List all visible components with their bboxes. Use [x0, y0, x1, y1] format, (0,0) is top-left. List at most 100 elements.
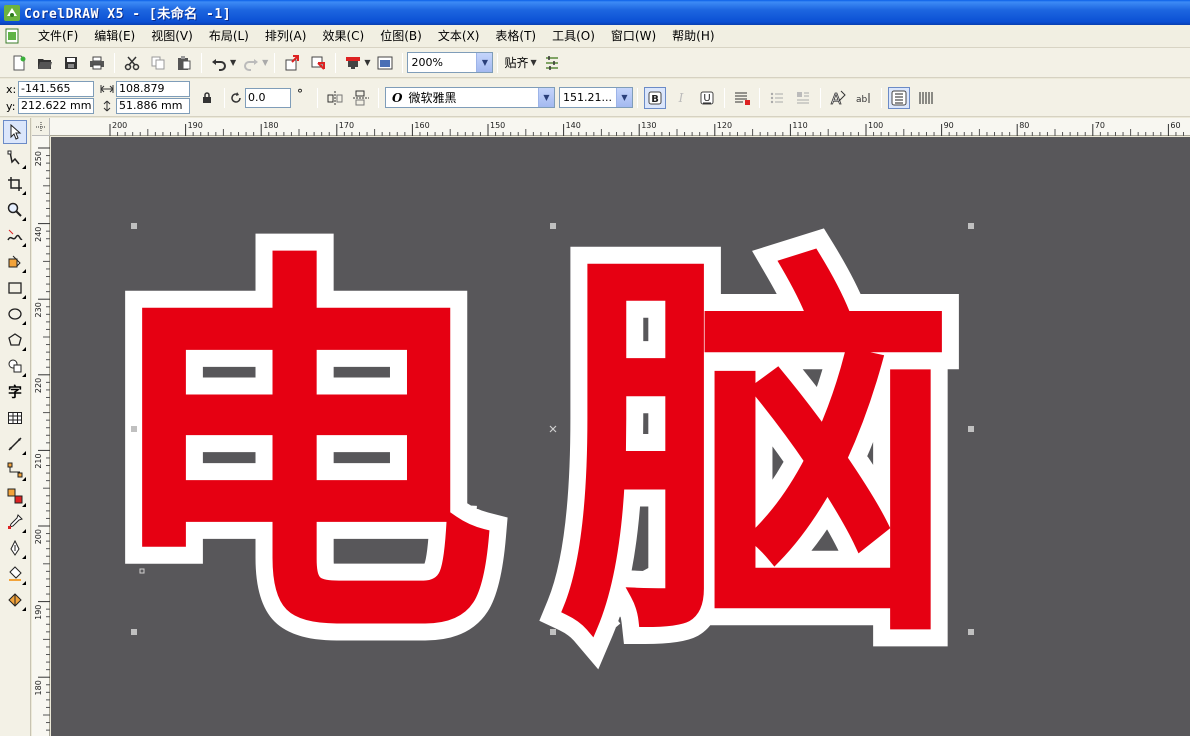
y-position-field[interactable]: 212.622 mm [18, 98, 94, 114]
artistic-text-char-2[interactable]: 脑 [558, 222, 958, 687]
menu-file[interactable]: 文件(F) [30, 25, 86, 48]
italic-button[interactable]: I [670, 87, 692, 109]
mirror-vertical-button[interactable] [350, 87, 372, 109]
toolbar-separator [274, 52, 276, 73]
artistic-text-group[interactable]: 电 脑 电 脑 [81, 205, 975, 704]
edit-text-button[interactable]: A [827, 87, 849, 109]
selection-handle-bottom-left[interactable] [131, 629, 137, 635]
shape-tool[interactable] [3, 146, 27, 170]
text-tool[interactable]: 字 [3, 380, 27, 404]
redo-dropdown-arrow[interactable]: ▼ [262, 58, 268, 67]
dimension-tool[interactable] [3, 432, 27, 456]
drawing-canvas[interactable]: 电 脑 电 脑 [51, 137, 1190, 736]
table-tool[interactable] [3, 406, 27, 430]
artistic-text-char-1[interactable]: 电 [98, 222, 498, 687]
ruler-tick-label: 200 [112, 121, 127, 130]
menu-help[interactable]: 帮助(H) [664, 25, 722, 48]
fill-tool[interactable] [3, 562, 27, 586]
vertical-ruler[interactable]: 250 240 230 220 210 200 190 180 [32, 136, 50, 736]
selection-handle-top-left[interactable] [131, 223, 137, 229]
menu-effects[interactable]: 效果(C) [314, 25, 372, 48]
options-button[interactable] [541, 52, 563, 74]
undo-button[interactable] [208, 52, 230, 74]
vertical-text-button[interactable] [914, 87, 936, 109]
save-button[interactable] [60, 52, 82, 74]
menu-bitmaps[interactable]: 位图(B) [372, 25, 430, 48]
paste-button[interactable] [173, 52, 195, 74]
menu-view[interactable]: 视图(V) [143, 25, 201, 48]
polygon-icon [8, 333, 22, 346]
menu-edit[interactable]: 编辑(E) [86, 25, 143, 48]
open-button[interactable] [34, 52, 56, 74]
rotation-angle-field[interactable]: 0.0 [245, 87, 291, 108]
menu-table[interactable]: 表格(T) [487, 25, 544, 48]
font-size-select[interactable]: 151.21... ▼ [559, 87, 633, 108]
flyout-corner [22, 191, 26, 195]
redo-button[interactable] [240, 52, 262, 74]
x-position-field[interactable]: -141.565 mm [18, 81, 94, 109]
width-field[interactable]: 108.879 mm [116, 81, 190, 109]
horizontal-ruler[interactable]: 200 190 180 170 160 150 140 130 120 110 100 90 80 70 6… [50, 118, 1190, 136]
convert-text-icon: ab [856, 92, 870, 105]
lock-ratio-button[interactable] [196, 87, 218, 109]
zoom-dropdown-arrow[interactable]: ▼ [476, 53, 493, 72]
freehand-tool[interactable] [3, 224, 27, 248]
selection-handle-bottom-right[interactable] [968, 629, 974, 635]
pick-tool[interactable] [3, 120, 27, 144]
polygon-tool[interactable] [3, 328, 27, 352]
crop-tool[interactable] [3, 172, 27, 196]
new-document-button[interactable] [8, 52, 30, 74]
height-field[interactable]: 51.886 mm [116, 98, 190, 114]
blend-tool[interactable] [3, 484, 27, 508]
menu-layout[interactable]: 布局(L) [201, 25, 257, 48]
ellipse-tool[interactable] [3, 302, 27, 326]
copy-button[interactable] [147, 52, 169, 74]
document-page[interactable]: 电 脑 电 脑 [51, 137, 1190, 736]
bold-icon: B [648, 91, 662, 105]
import-button[interactable] [281, 52, 303, 74]
selection-handle-top-center[interactable] [550, 223, 556, 229]
font-list-select[interactable]: O 微软雅黑 ▼ [385, 87, 555, 108]
horizontal-text-button[interactable] [888, 86, 910, 109]
rectangle-tool[interactable] [3, 276, 27, 300]
selection-handle-middle-left[interactable] [131, 426, 137, 432]
selection-handle-top-right[interactable] [968, 223, 974, 229]
zoom-tool[interactable] [3, 198, 27, 222]
menu-text[interactable]: 文本(X) [430, 25, 488, 48]
interactive-fill-tool[interactable] [3, 588, 27, 612]
selection-handle-middle-right[interactable] [968, 426, 974, 432]
font-size-dropdown-arrow[interactable]: ▼ [616, 88, 632, 107]
undo-dropdown-arrow[interactable]: ▼ [230, 58, 236, 67]
menu-window[interactable]: 窗口(W) [603, 25, 664, 48]
selection-handle-bottom-center[interactable] [550, 629, 556, 635]
menu-arrange[interactable]: 排列(A) [257, 25, 315, 48]
document-icon[interactable] [4, 28, 20, 44]
convert-text-button[interactable]: ab [853, 87, 875, 109]
welcome-screen-button[interactable] [374, 52, 396, 74]
export-button[interactable] [307, 52, 329, 74]
drop-cap-button[interactable] [792, 87, 814, 109]
underline-button[interactable]: U [696, 87, 718, 109]
bold-button[interactable]: B [644, 86, 666, 109]
print-button[interactable] [86, 52, 108, 74]
menu-tools[interactable]: 工具(O) [544, 25, 603, 48]
text-alignment-button[interactable] [731, 87, 753, 109]
ruler-origin[interactable] [32, 118, 50, 136]
bullet-list-button[interactable] [766, 87, 788, 109]
snap-to-dropdown-arrow[interactable]: ▼ [530, 58, 536, 67]
basic-shapes-tool[interactable] [3, 354, 27, 378]
dimension-icon [8, 437, 22, 451]
cut-button[interactable] [121, 52, 143, 74]
snap-to-button[interactable]: 贴齐 [504, 54, 528, 71]
application-launcher-dropdown-arrow[interactable]: ▼ [364, 58, 370, 67]
eyedropper-tool[interactable] [3, 510, 27, 534]
coreldraw-app-icon[interactable] [4, 4, 20, 21]
connector-tool[interactable] [3, 458, 27, 482]
selection-center-marker[interactable] [549, 425, 557, 433]
application-launcher-button[interactable] [342, 52, 364, 74]
zoom-level-select[interactable]: 200% ▼ [407, 52, 494, 73]
smart-fill-tool[interactable] [3, 250, 27, 274]
outline-pen-tool[interactable] [3, 536, 27, 560]
mirror-horizontal-button[interactable] [324, 87, 346, 109]
font-list-dropdown-arrow[interactable]: ▼ [538, 88, 554, 107]
